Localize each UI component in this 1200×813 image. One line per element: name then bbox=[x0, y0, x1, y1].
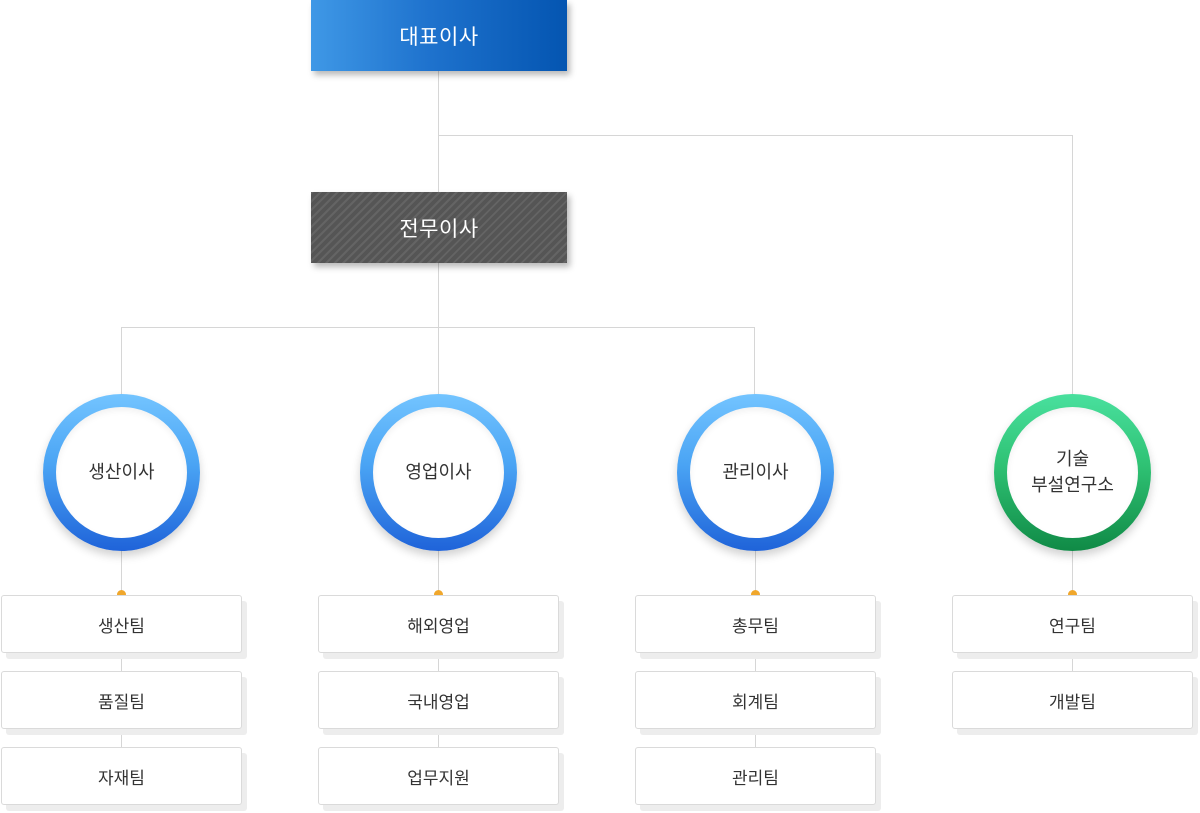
connector-line bbox=[1072, 135, 1073, 395]
team-label: 생산팀 bbox=[98, 616, 145, 637]
team-label: 관리팀 bbox=[732, 768, 779, 789]
team-box: 해외영업 bbox=[318, 595, 559, 653]
division-label: 영업이사 bbox=[405, 461, 472, 483]
connector-line bbox=[754, 327, 755, 395]
division-node: 영업이사 bbox=[360, 394, 517, 551]
team-label: 해외영업 bbox=[407, 616, 470, 637]
team-label: 연구팀 bbox=[1049, 616, 1096, 637]
team-box: 관리팀 bbox=[635, 747, 876, 805]
connector-line bbox=[121, 327, 122, 395]
division-node-inner: 기술 부설연구소 bbox=[1007, 407, 1138, 538]
division-node: 생산이사 bbox=[43, 394, 200, 551]
division-label: 기술 부설연구소 bbox=[1031, 448, 1114, 496]
team-label: 회계팀 bbox=[732, 692, 779, 713]
team-box: 업무지원 bbox=[318, 747, 559, 805]
ceo-box: 대표이사 bbox=[311, 0, 567, 71]
division-node-inner: 관리이사 bbox=[690, 407, 821, 538]
team-box: 품질팀 bbox=[1, 671, 242, 729]
team-box: 회계팀 bbox=[635, 671, 876, 729]
team-box: 생산팀 bbox=[1, 595, 242, 653]
team-label: 품질팀 bbox=[98, 692, 145, 713]
team-box: 연구팀 bbox=[952, 595, 1193, 653]
division-node: 관리이사 bbox=[677, 394, 834, 551]
team-box: 개발팀 bbox=[952, 671, 1193, 729]
division-node-inner: 생산이사 bbox=[56, 407, 187, 538]
division-node-inner: 영업이사 bbox=[373, 407, 504, 538]
team-label: 국내영업 bbox=[407, 692, 470, 713]
connector-line bbox=[438, 71, 439, 192]
org-chart: 대표이사 전무이사 생산이사 생산팀 품질팀 자재팀 영업이사 해외영업 국내영… bbox=[0, 0, 1200, 813]
team-label: 업무지원 bbox=[407, 768, 470, 789]
team-label: 개발팀 bbox=[1049, 692, 1096, 713]
team-label: 자재팀 bbox=[98, 768, 145, 789]
connector-line bbox=[121, 327, 755, 328]
team-box: 국내영업 bbox=[318, 671, 559, 729]
division-label: 생산이사 bbox=[88, 461, 155, 483]
director-label: 전무이사 bbox=[399, 216, 479, 241]
director-box: 전무이사 bbox=[311, 192, 567, 263]
team-box: 자재팀 bbox=[1, 747, 242, 805]
lab-node: 기술 부설연구소 bbox=[994, 394, 1151, 551]
team-label: 총무팀 bbox=[732, 616, 779, 637]
team-box: 총무팀 bbox=[635, 595, 876, 653]
division-label: 관리이사 bbox=[722, 461, 789, 483]
connector-line bbox=[438, 263, 439, 395]
connector-line bbox=[438, 135, 1073, 136]
ceo-label: 대표이사 bbox=[399, 24, 479, 49]
